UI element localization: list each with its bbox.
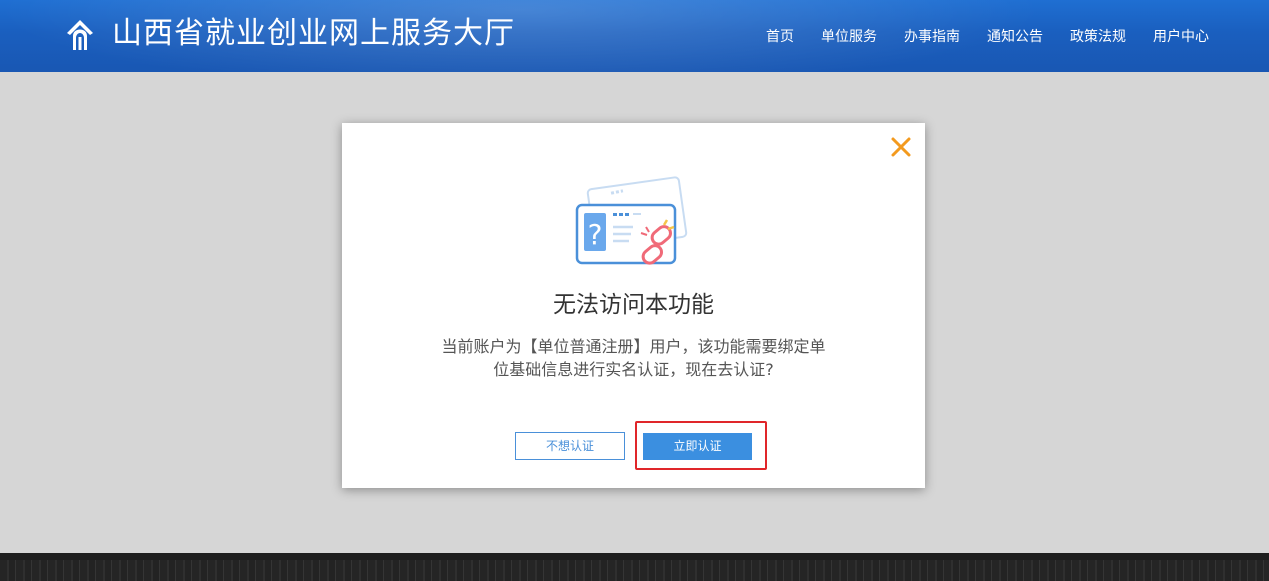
nav-home[interactable]: 首页 xyxy=(766,26,794,46)
broken-link-id-card-icon: ? xyxy=(575,176,688,265)
verification-dialog: ? 无法访问本功能 当前账户为【单位普通注册】用户，该功能需要绑定单 位基础信息… xyxy=(342,123,925,488)
nav-unit-service[interactable]: 单位服务 xyxy=(821,26,877,46)
dialog-message-line2: 位基础信息进行实名认证，现在去认证? xyxy=(493,360,774,379)
decline-verification-button[interactable]: 不想认证 xyxy=(515,432,625,460)
dialog-title: 无法访问本功能 xyxy=(553,292,714,318)
svg-text:?: ? xyxy=(588,218,603,251)
close-icon[interactable] xyxy=(889,135,913,159)
nav-guide[interactable]: 办事指南 xyxy=(904,26,960,46)
site-header: 山西省就业创业网上服务大厅 首页 单位服务 办事指南 通知公告 政策法规 用户中… xyxy=(0,0,1269,72)
site-title[interactable]: 山西省就业创业网上服务大厅 xyxy=(112,12,515,56)
dialog-message: 当前账户为【单位普通注册】用户，该功能需要绑定单 位基础信息进行实名认证，现在去… xyxy=(412,335,855,381)
nav-notice[interactable]: 通知公告 xyxy=(987,26,1043,46)
footer-texture xyxy=(0,560,1269,581)
nav-user-center[interactable]: 用户中心 xyxy=(1153,26,1209,46)
ornamental-roof-logo-icon[interactable] xyxy=(62,17,98,53)
nav-policy[interactable]: 政策法规 xyxy=(1070,26,1126,46)
verify-now-button[interactable]: 立即认证 xyxy=(643,433,752,460)
dialog-message-line1: 当前账户为【单位普通注册】用户，该功能需要绑定单 xyxy=(441,337,826,356)
main-nav: 首页 单位服务 办事指南 通知公告 政策法规 用户中心 xyxy=(766,0,1209,72)
